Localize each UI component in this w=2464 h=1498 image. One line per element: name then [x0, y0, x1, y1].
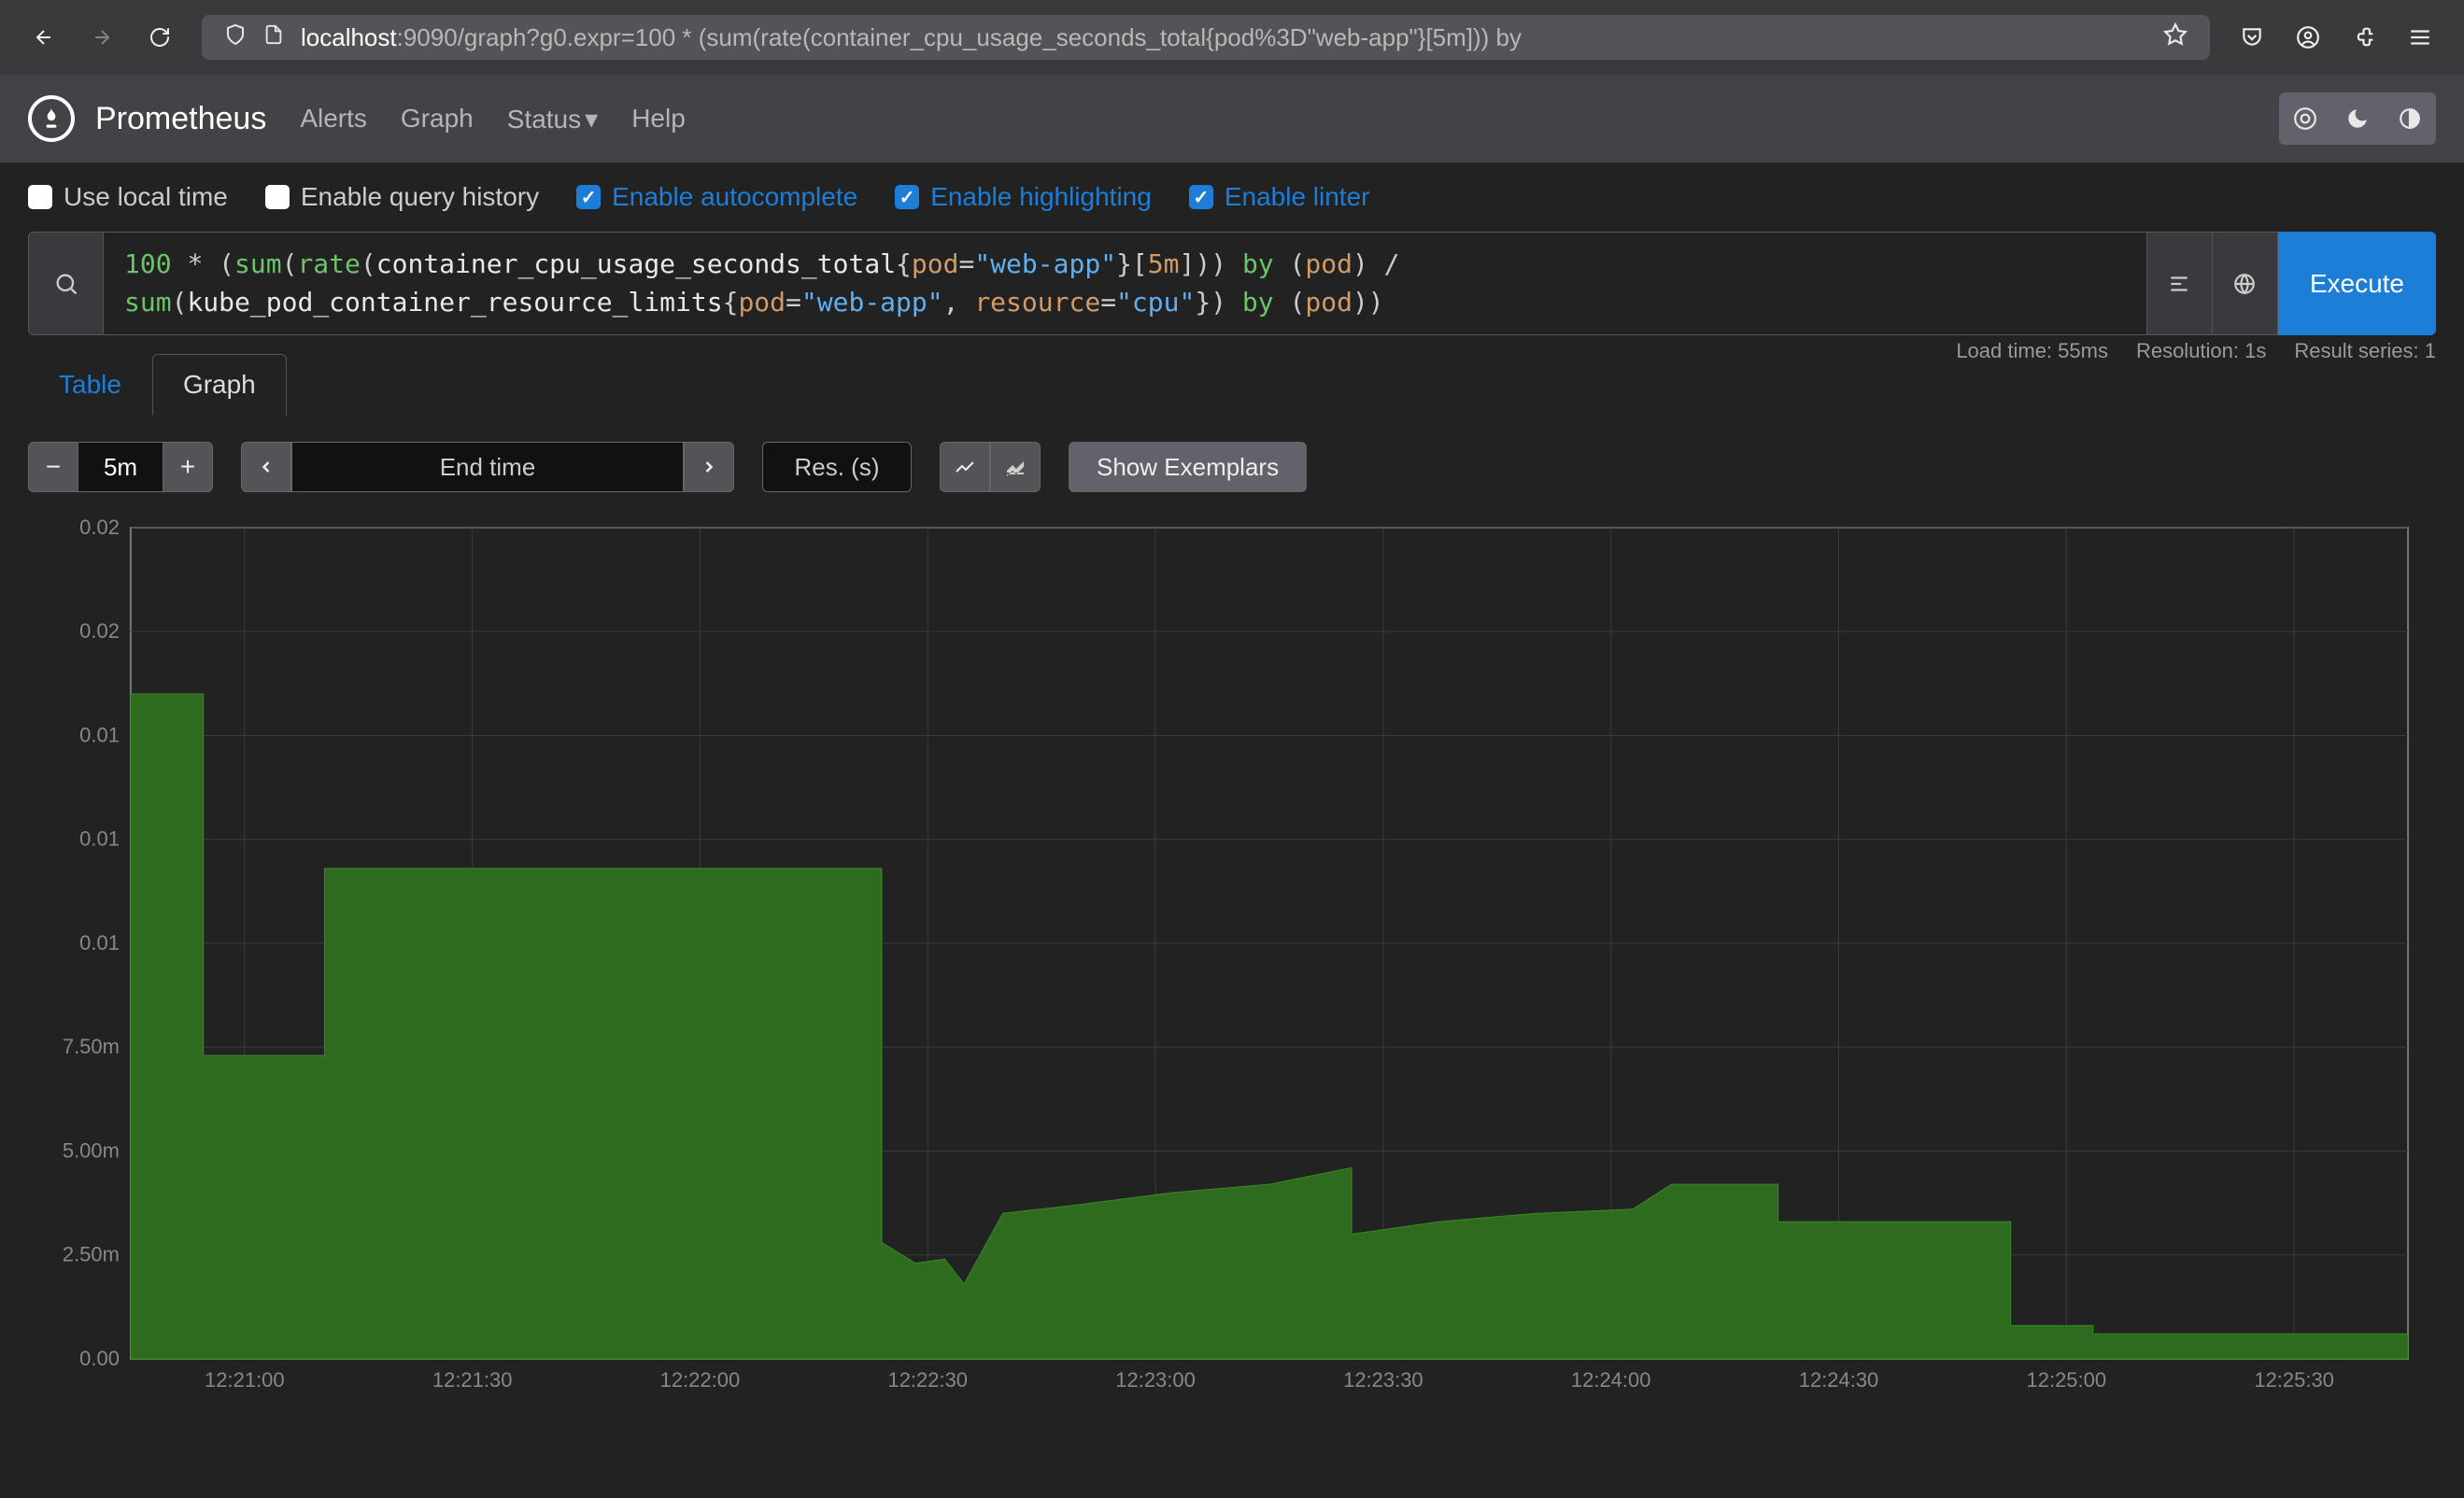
svg-text:12:22:00: 12:22:00	[660, 1368, 741, 1392]
format-expression-button[interactable]	[2147, 232, 2213, 335]
svg-text:0.02: 0.02	[79, 619, 120, 643]
theme-dark-button[interactable]	[2331, 92, 2384, 145]
reload-button[interactable]	[144, 21, 176, 53]
svg-text:12:24:00: 12:24:00	[1571, 1368, 1651, 1392]
svg-text:0.01: 0.01	[79, 931, 120, 954]
tab-table[interactable]: Table	[28, 354, 152, 416]
app-title: Prometheus	[95, 101, 266, 137]
enable-query-history-checkbox[interactable]: Enable query history	[265, 182, 539, 212]
stat-resolution: Resolution: 1s	[2136, 339, 2266, 363]
expression-search-button[interactable]	[28, 232, 103, 335]
time-forward-button[interactable]	[684, 442, 734, 492]
chevron-down-icon: ▾	[585, 105, 598, 134]
globe-button[interactable]	[2213, 232, 2278, 335]
stat-result-series: Result series: 1	[2294, 339, 2436, 363]
expression-input[interactable]: 100 * (sum(rate(container_cpu_usage_seco…	[103, 232, 2147, 335]
svg-text:12:25:00: 12:25:00	[2027, 1368, 2107, 1392]
shield-icon	[224, 22, 247, 53]
svg-text:12:21:30: 12:21:30	[432, 1368, 513, 1392]
end-time-input[interactable]: End time	[291, 442, 684, 492]
extensions-icon[interactable]	[2348, 21, 2380, 53]
resolution-input[interactable]: Res. (s)	[762, 442, 912, 492]
menu-icon[interactable]	[2404, 21, 2436, 53]
chart-container: 0.00 2.50m 5.00m 7.50m 0.01 0.01 0.01 0.02 0.02 1…	[0, 518, 2464, 1443]
svg-text:2.50m: 2.50m	[63, 1243, 120, 1266]
nav-alerts[interactable]: Alerts	[300, 104, 367, 134]
prometheus-header: Prometheus Alerts Graph Status▾ Help	[0, 75, 2464, 163]
show-exemplars-button[interactable]: Show Exemplars	[1069, 442, 1307, 492]
range-increase-button[interactable]: +	[163, 442, 213, 492]
execute-button[interactable]: Execute	[2278, 232, 2436, 335]
star-icon[interactable]	[2163, 22, 2188, 53]
enable-autocomplete-checkbox[interactable]: Enable autocomplete	[576, 182, 857, 212]
svg-text:12:21:00: 12:21:00	[205, 1368, 285, 1392]
svg-text:12:22:30: 12:22:30	[887, 1368, 968, 1392]
url-text: localhost:9090/graph?g0.expr=100 * (sum(…	[301, 23, 2146, 52]
theme-contrast-button[interactable]	[2384, 92, 2436, 145]
view-tabs: Table Graph Load time: 55ms Resolution: …	[0, 335, 2464, 416]
theme-switch-group	[2279, 92, 2436, 145]
enable-highlighting-checkbox[interactable]: Enable highlighting	[895, 182, 1152, 212]
url-bar[interactable]: localhost:9090/graph?g0.expr=100 * (sum(…	[202, 15, 2210, 60]
svg-text:0.01: 0.01	[79, 724, 120, 747]
svg-text:7.50m: 7.50m	[63, 1035, 120, 1058]
nav-graph[interactable]: Graph	[401, 104, 474, 134]
line-chart-button[interactable]	[940, 442, 990, 492]
forward-button[interactable]	[86, 21, 118, 53]
svg-text:12:23:30: 12:23:30	[1343, 1368, 1423, 1392]
nav-status[interactable]: Status▾	[507, 104, 598, 134]
account-icon[interactable]	[2292, 21, 2324, 53]
svg-text:0.02: 0.02	[79, 518, 120, 539]
stat-load-time: Load time: 55ms	[1956, 339, 2108, 363]
pocket-icon[interactable]	[2236, 21, 2268, 53]
theme-auto-button[interactable]	[2279, 92, 2331, 145]
enable-linter-checkbox[interactable]: Enable linter	[1189, 182, 1370, 212]
range-input[interactable]: 5m	[78, 442, 163, 492]
graph-controls: − 5m + End time Res. (s) Show Exemplars	[0, 416, 2464, 518]
svg-text:0.01: 0.01	[79, 827, 120, 851]
query-row: 100 * (sum(rate(container_cpu_usage_seco…	[0, 232, 2464, 335]
svg-text:12:25:30: 12:25:30	[2254, 1368, 2334, 1392]
chart-svg[interactable]: 0.00 2.50m 5.00m 7.50m 0.01 0.01 0.01 0.02 0.02 1…	[47, 518, 2436, 1415]
prometheus-logo-icon	[28, 95, 75, 142]
svg-text:5.00m: 5.00m	[63, 1139, 120, 1163]
page-icon	[263, 22, 284, 53]
use-local-time-checkbox[interactable]: Use local time	[28, 182, 228, 212]
svg-text:12:24:30: 12:24:30	[1799, 1368, 1879, 1392]
nav-help[interactable]: Help	[631, 104, 686, 134]
tab-graph[interactable]: Graph	[152, 354, 287, 416]
query-stats: Load time: 55ms Resolution: 1s Result se…	[1956, 339, 2436, 363]
browser-chrome: localhost:9090/graph?g0.expr=100 * (sum(…	[0, 0, 2464, 75]
svg-text:0.00: 0.00	[79, 1347, 120, 1370]
time-back-button[interactable]	[241, 442, 291, 492]
svg-text:12:23:00: 12:23:00	[1115, 1368, 1196, 1392]
stacked-chart-button[interactable]	[990, 442, 1041, 492]
back-button[interactable]	[28, 21, 60, 53]
settings-row: Use local time Enable query history Enab…	[0, 163, 2464, 232]
range-decrease-button[interactable]: −	[28, 442, 78, 492]
